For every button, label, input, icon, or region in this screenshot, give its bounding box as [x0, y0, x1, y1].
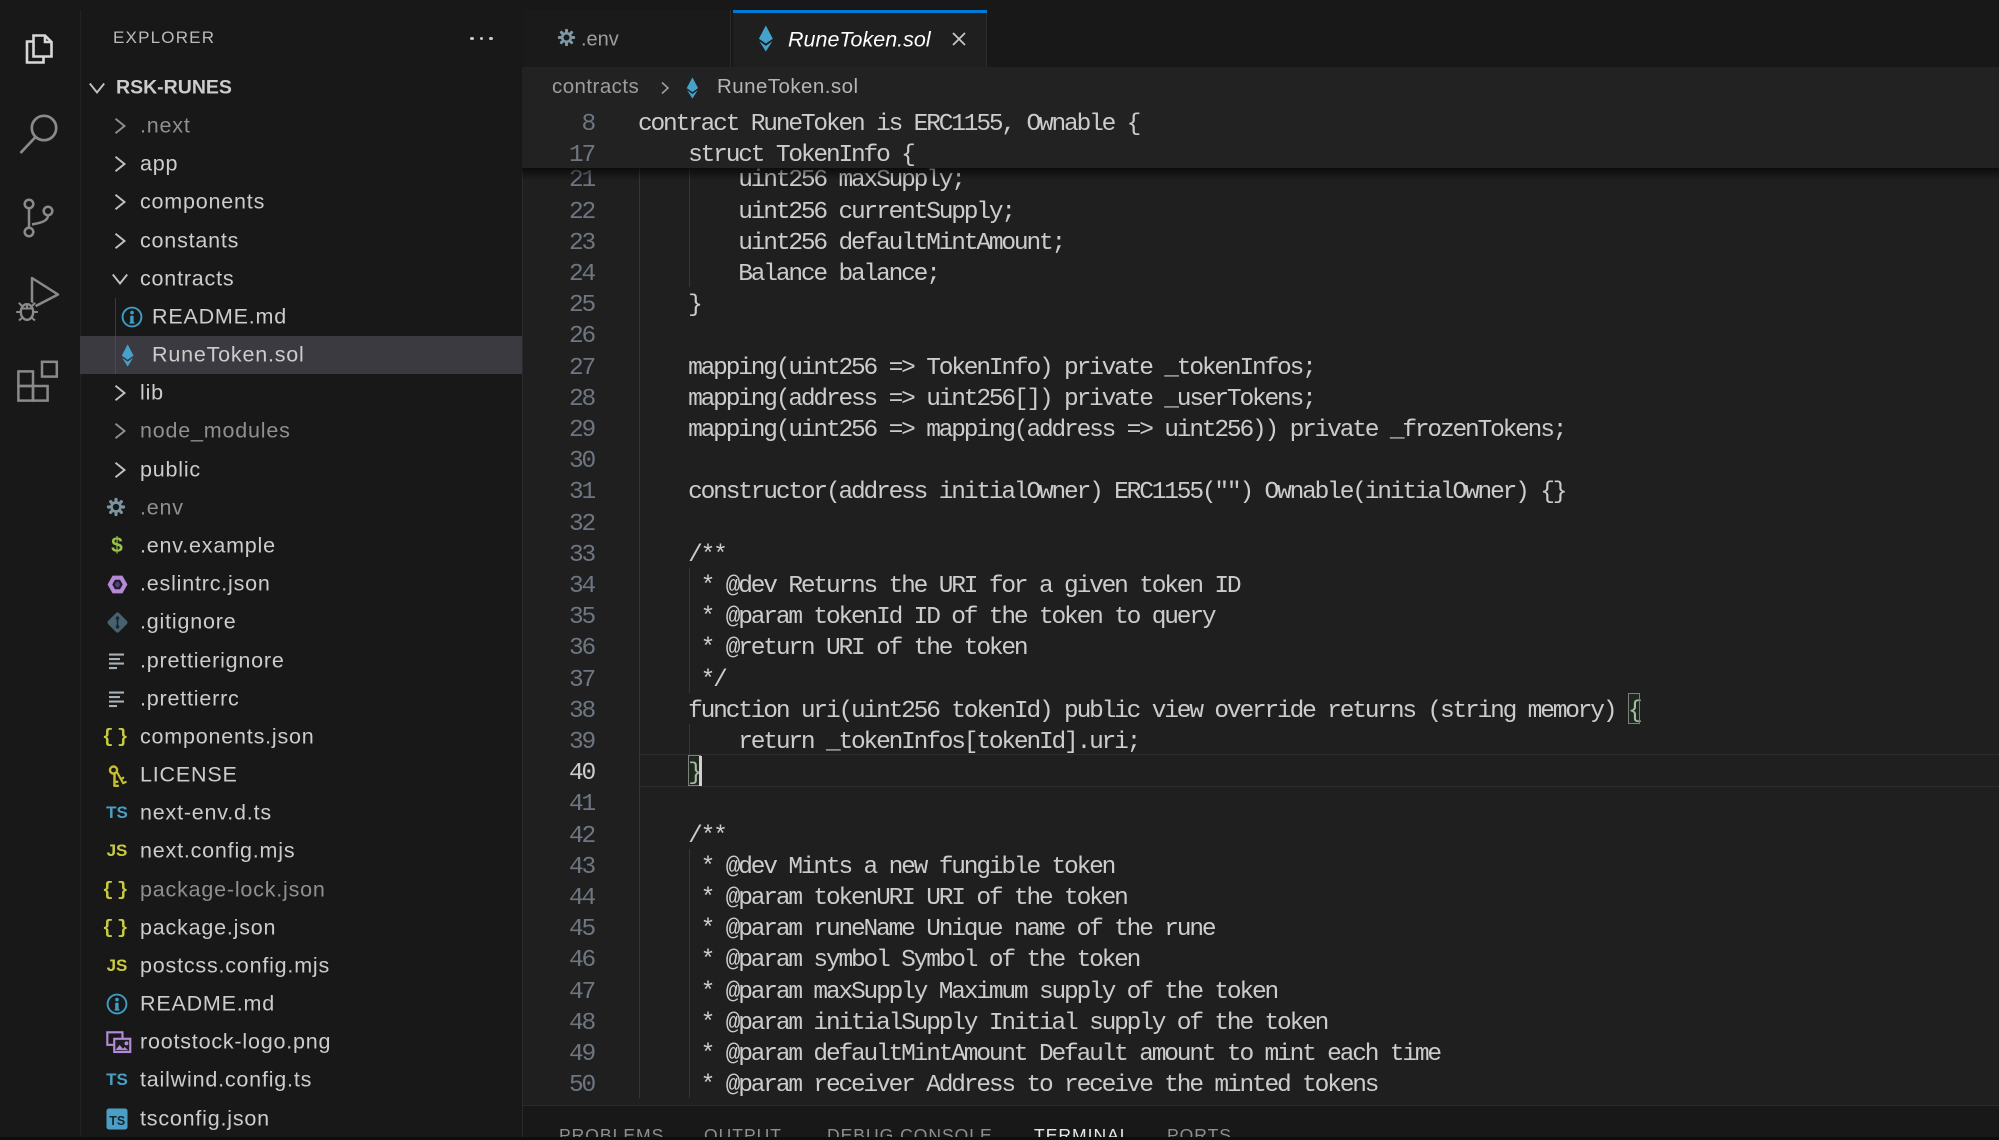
- svg-text:TS: TS: [109, 1114, 125, 1128]
